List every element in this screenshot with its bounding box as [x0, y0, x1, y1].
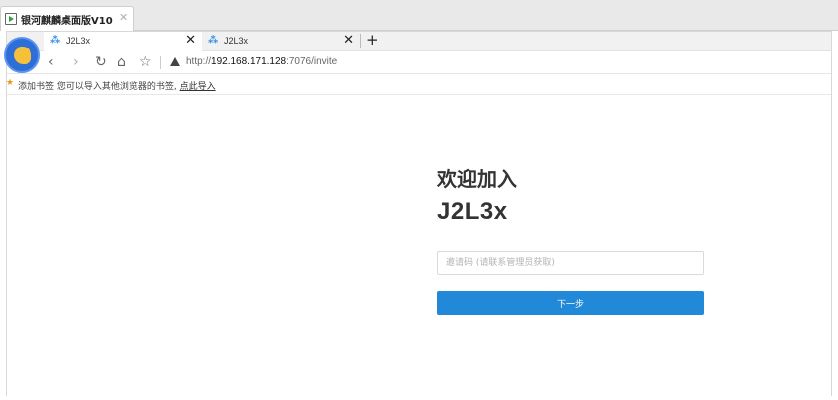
page-title: 欢迎加入 [437, 167, 517, 191]
browser-logo-icon[interactable] [4, 37, 40, 73]
app-tab-icon: ⁂ [50, 35, 61, 46]
browser-tab-bar: ⁂ J2L3x ✕ ⁂ J2L3x ✕ + [7, 31, 831, 51]
tab-label: J2L3x [66, 36, 91, 46]
tab-divider [360, 34, 361, 48]
import-bookmarks-link[interactable]: 点此导入 [180, 82, 216, 92]
browser-window: ⁂ J2L3x ✕ ⁂ J2L3x ✕ + ‹ › ↻ ⌂ ☆ http://1… [4, 31, 832, 396]
invite-code-input[interactable] [437, 251, 704, 275]
close-icon[interactable]: ✕ [343, 33, 354, 48]
url-scheme: http:// [186, 56, 212, 67]
star-icon: ★ [6, 78, 15, 88]
window-tab-strip: 银河麒麟桌面版V10 ✕ [0, 0, 838, 31]
page-content: 欢迎加入 J2L3x 下一步 [7, 96, 831, 396]
address-bar[interactable]: http://192.168.171.128:7076/invite [186, 56, 337, 67]
url-path: :7076/invite [286, 56, 338, 67]
tab-label: J2L3x [224, 36, 249, 46]
bookmarks-bar: ★ 添加书签 您可以导入其他浏览器的书签, 点此导入 [6, 74, 831, 95]
bookmarks-hint: 添加书签 您可以导入其他浏览器的书签, 点此导入 [18, 79, 216, 92]
forward-icon[interactable]: › [73, 53, 79, 71]
back-icon[interactable]: ‹ [48, 53, 54, 71]
next-button[interactable]: 下一步 [437, 291, 704, 315]
bookmarks-hint-text: 添加书签 您可以导入其他浏览器的书签, [18, 82, 177, 92]
close-icon[interactable]: ✕ [185, 33, 196, 48]
home-icon[interactable]: ⌂ [117, 53, 126, 71]
logo-mark [14, 47, 31, 64]
app-tab-icon: ⁂ [208, 35, 219, 46]
navigation-bar: ‹ › ↻ ⌂ ☆ http://192.168.171.128:7076/in… [7, 51, 831, 74]
new-tab-button[interactable]: + [366, 31, 379, 49]
bookmark-star-icon[interactable]: ☆ [139, 53, 152, 71]
browser-tab-2[interactable]: ⁂ J2L3x ✕ [202, 32, 360, 51]
organization-name: J2L3x [437, 198, 508, 225]
close-icon[interactable]: ✕ [119, 11, 128, 24]
nav-divider [160, 56, 161, 69]
url-host: 192.168.171.128 [211, 56, 287, 67]
browser-tab-1[interactable]: ⁂ J2L3x ✕ [44, 32, 202, 51]
window-tab[interactable]: 银河麒麟桌面版V10 ✕ [0, 6, 134, 31]
window-tab-title: 银河麒麟桌面版V10 [21, 16, 113, 27]
reload-icon[interactable]: ↻ [95, 53, 107, 71]
terminal-app-icon [5, 13, 17, 25]
not-secure-warning-icon[interactable] [170, 57, 180, 66]
